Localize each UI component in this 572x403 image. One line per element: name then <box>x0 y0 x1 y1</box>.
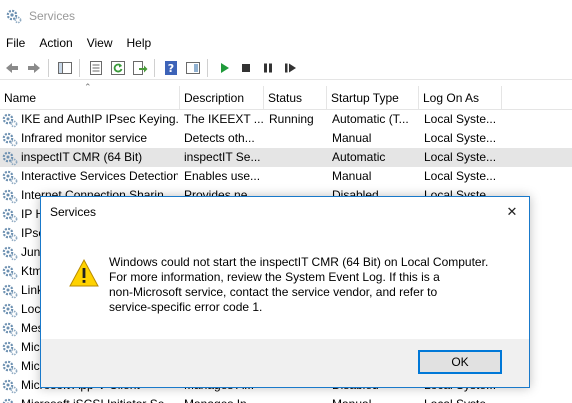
menu-help[interactable]: Help <box>121 33 160 53</box>
window-titlebar: Services <box>0 0 572 32</box>
column-header-description[interactable]: Description <box>180 86 264 110</box>
table-row[interactable]: Microsoft iSCSI Initiator Se... Manages … <box>0 395 572 403</box>
service-name: IKE and AuthIP IPsec Keying... <box>21 112 178 126</box>
table-row[interactable]: inspectIT CMR (64 Bit) inspectIT Se... A… <box>0 148 572 167</box>
menu-action[interactable]: Action <box>33 33 80 53</box>
service-gear-icon <box>2 189 18 203</box>
service-log-on-as: Local Syste... <box>424 112 497 126</box>
service-name-cell: Infrared monitor service <box>2 129 178 148</box>
service-gear-icon <box>2 322 18 336</box>
service-startup-type: Manual <box>332 395 416 403</box>
pause-service-icon[interactable] <box>258 58 278 78</box>
dialog-footer: OK <box>41 339 529 387</box>
service-gear-icon <box>2 341 18 355</box>
menu-file[interactable]: File <box>0 33 33 53</box>
properties-icon[interactable] <box>86 58 106 78</box>
service-name: Interactive Services Detection <box>21 169 178 183</box>
back-arrow-icon[interactable] <box>2 58 22 78</box>
service-gear-icon <box>2 151 18 165</box>
service-startup-type: Automatic <box>332 150 386 164</box>
help-icon[interactable]: ? <box>161 58 181 78</box>
service-gear-icon <box>2 303 18 317</box>
warning-icon <box>69 258 99 287</box>
service-gear-icon <box>2 265 18 279</box>
service-name-cell: Interactive Services Detection <box>2 167 178 186</box>
service-gear-icon <box>2 246 18 260</box>
dialog-message-line: Windows could not start the inspectIT CM… <box>109 255 489 269</box>
console-tree-icon[interactable] <box>55 58 75 78</box>
column-header-name[interactable]: Name <box>0 86 180 110</box>
service-description: The IKEEXT ... <box>184 112 264 126</box>
service-name: Mic <box>21 359 40 373</box>
service-name: inspectIT CMR (64 Bit) <box>21 150 143 164</box>
service-gear-icon <box>2 360 18 374</box>
service-log-on-as: Local Syste... <box>424 169 497 183</box>
console-view-icon[interactable] <box>183 58 203 78</box>
service-gear-icon <box>2 379 18 393</box>
column-header-log-on-as[interactable]: Log On As <box>419 86 502 110</box>
service-name-cell: Microsoft iSCSI Initiator Se... <box>2 395 178 403</box>
window-title: Services <box>29 9 76 23</box>
dialog-title: Services <box>50 205 97 219</box>
service-status <box>269 395 325 403</box>
service-name: Mic <box>21 340 40 354</box>
toolbar-separator <box>79 58 80 77</box>
service-log-on-as: Local Syste... <box>424 395 572 403</box>
service-description: Enables use... <box>184 169 261 183</box>
service-status <box>269 129 325 148</box>
toolbar-separator <box>154 58 155 77</box>
service-description: Manages In... <box>184 395 264 403</box>
service-name-cell: IKE and AuthIP IPsec Keying... <box>2 110 178 129</box>
export-list-icon[interactable] <box>130 58 150 78</box>
table-row[interactable]: Interactive Services Detection Enables u… <box>0 167 572 186</box>
close-icon: ✕ <box>506 204 518 220</box>
start-service-icon[interactable] <box>214 58 234 78</box>
table-row[interactable]: IKE and AuthIP IPsec Keying... The IKEEX… <box>0 110 572 129</box>
dialog-message: Windows could not start the inspectIT CM… <box>109 255 519 315</box>
service-status <box>269 167 325 186</box>
toolbar-separator <box>48 58 49 77</box>
service-startup-type: Manual <box>332 169 372 183</box>
refresh-icon[interactable] <box>108 58 128 78</box>
forward-arrow-icon[interactable] <box>24 58 44 78</box>
error-dialog: Services ✕ Windows could not start the i… <box>40 196 530 388</box>
toolbar-separator <box>207 58 208 77</box>
dialog-message-line: For more information, review the System … <box>109 270 440 284</box>
service-gear-icon <box>2 284 18 298</box>
service-gear-icon <box>2 398 14 403</box>
stop-service-icon[interactable] <box>236 58 256 78</box>
service-status: Running <box>269 112 314 126</box>
service-description: Detects oth... <box>184 131 255 145</box>
service-name: Microsoft iSCSI Initiator Se... <box>21 395 174 403</box>
table-header: ⌃ Name Description Status Startup Type L… <box>0 82 572 110</box>
column-header-startup-type[interactable]: Startup Type <box>327 86 419 110</box>
service-startup-type: Manual <box>332 131 372 145</box>
svg-text:?: ? <box>168 62 174 75</box>
service-log-on-as: Local Syste... <box>424 150 497 164</box>
restart-service-icon[interactable] <box>280 58 300 78</box>
service-gear-icon <box>2 132 18 146</box>
toolbar: ? <box>0 56 572 80</box>
table-row[interactable]: Infrared monitor service Detects oth... … <box>0 129 572 148</box>
service-name-cell: inspectIT CMR (64 Bit) <box>2 148 178 167</box>
service-startup-type: Automatic (T... <box>332 112 409 126</box>
service-name: Infrared monitor service <box>21 131 148 145</box>
service-gear-icon <box>2 113 18 127</box>
service-gear-icon <box>2 170 18 184</box>
service-description: inspectIT Se... <box>184 150 261 164</box>
dialog-message-line: non-Microsoft service, contact the servi… <box>109 285 438 299</box>
service-gear-icon <box>2 208 18 222</box>
service-status <box>269 148 325 167</box>
service-gear-icon <box>2 227 18 241</box>
services-gear-icon <box>6 9 22 24</box>
ok-button[interactable]: OK <box>418 350 502 374</box>
dialog-message-line: service-specific error code 1. <box>109 300 263 314</box>
service-log-on-as: Local Syste... <box>424 131 497 145</box>
column-header-status[interactable]: Status <box>264 86 327 110</box>
dialog-close-button[interactable]: ✕ <box>495 197 529 227</box>
menu-bar: File Action View Help <box>0 33 159 53</box>
menu-view[interactable]: View <box>81 33 121 53</box>
